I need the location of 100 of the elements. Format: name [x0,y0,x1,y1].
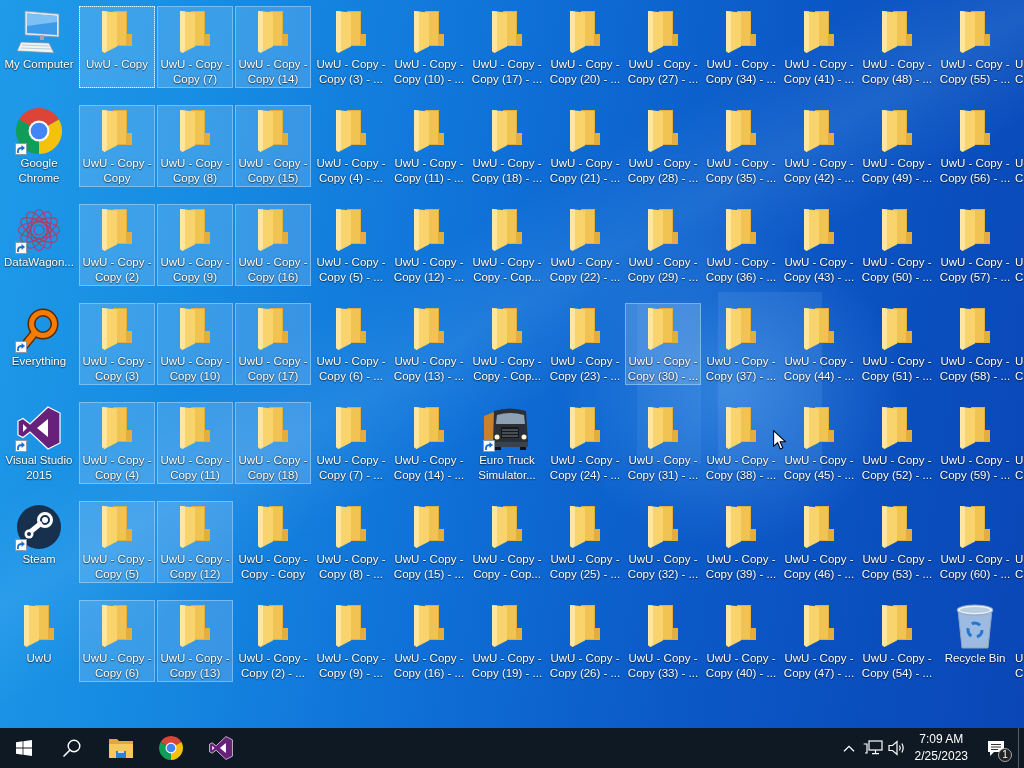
desktop-item[interactable]: UwU - Copy - Copy (52) - ... [859,402,935,484]
desktop-item[interactable]: UwU - Copy - Copy (58) - ... [937,303,1013,385]
desktop-item[interactable]: UwU - Copy - Copy (35) - ... [703,105,779,187]
desktop-item[interactable]: UwU - Copy - Copy (18) - ... [469,105,545,187]
desktop-item[interactable]: UwU - Copy - Copy (29) - ... [625,204,701,286]
desktop-item[interactable]: UwU - Copy - Copy (5) [79,501,155,583]
desktop-item[interactable]: UwU - Copy - Copy (6) - ... [313,303,389,385]
desktop-item[interactable]: UwU - Copy - Copy (9) - ... [313,600,389,682]
desktop-item[interactable]: UwU - Copy - Copy (48) - ... [859,6,935,88]
desktop-item[interactable]: UwU - Copy [79,6,155,88]
desktop-item[interactable]: UwU - Copy - Copy (24) - ... [547,402,623,484]
desktop-item[interactable]: UwU - Copy - Copy (2) [79,204,155,286]
desktop-item[interactable]: UwU - Copy - Copy (12) - ... [391,204,467,286]
desktop-item[interactable]: UwU - Copy - Copy (8) - ... [313,501,389,583]
desktop-item[interactable]: UwU - Copy - Copy (20) - ... [547,6,623,88]
desktop-item[interactable]: Visual Studio 2015 [1,402,77,484]
desktop-item[interactable]: UwU - Copy - Copy (3) - ... [313,6,389,88]
desktop-item[interactable]: UwU - Copy - Copy (36) - ... [703,204,779,286]
desktop-item[interactable]: UwU - Copy - Copy (21) - ... [547,105,623,187]
desktop-item[interactable]: UwU - Copy - Copy [79,105,155,187]
desktop-item[interactable]: UwU - Copy - Copy (4) [79,402,155,484]
desktop-item[interactable]: UwU - Copy - Copy (27) - ... [625,6,701,88]
desktop-item[interactable]: UwU - Copy - Copy (7) - ... [313,402,389,484]
desktop-item[interactable]: UwU - Copy - Copy (2) - ... [235,600,311,682]
desktop-item[interactable]: UwU - Copy - Copy (55) - ... [937,6,1013,88]
desktop-item[interactable]: U C [1014,501,1024,583]
desktop-item[interactable]: UwU - Copy - Copy (15) - ... [391,501,467,583]
desktop-item[interactable]: UwU - Copy - Copy (25) - ... [547,501,623,583]
desktop-item[interactable]: UwU - Copy - Copy (44) - ... [781,303,857,385]
desktop-item[interactable]: UwU - Copy - Copy (53) - ... [859,501,935,583]
desktop-item[interactable]: UwU - Copy - Copy (23) - ... [547,303,623,385]
desktop-item[interactable]: UwU - Copy - Copy (14) [235,6,311,88]
desktop-item[interactable]: U C [1014,303,1024,385]
desktop-item[interactable]: UwU - Copy - Copy (31) - ... [625,402,701,484]
desktop-item[interactable]: UwU - Copy - Copy (28) - ... [625,105,701,187]
desktop-item[interactable]: U C [1014,600,1024,682]
desktop-item[interactable]: UwU - Copy - Copy (11) - ... [391,105,467,187]
desktop-item[interactable]: UwU - Copy - Copy (49) - ... [859,105,935,187]
desktop-item[interactable]: UwU - Copy - Copy (45) - ... [781,402,857,484]
desktop-item[interactable]: UwU - Copy - Copy (59) - ... [937,402,1013,484]
desktop-item[interactable]: UwU - Copy - Copy (43) - ... [781,204,857,286]
desktop-item[interactable]: UwU - Copy - Copy (10) - ... [391,6,467,88]
desktop-item[interactable]: UwU - Copy - Copy (7) [157,6,233,88]
desktop-item[interactable]: UwU - Copy - Copy (6) [79,600,155,682]
desktop-item[interactable]: UwU - Copy - Copy (30) - ... [625,303,701,385]
desktop-item[interactable]: DataWagon... [1,204,77,286]
desktop-item[interactable]: UwU - Copy - Copy (10) [157,303,233,385]
desktop-item[interactable]: UwU [1,600,77,682]
desktop-item[interactable]: UwU - Copy - Copy (22) - ... [547,204,623,286]
desktop-item[interactable]: UwU - Copy - Copy (34) - ... [703,6,779,88]
desktop-item[interactable]: UwU - Copy - Copy - Cop... [469,204,545,286]
desktop-item[interactable]: UwU - Copy - Copy (17) [235,303,311,385]
desktop-item[interactable]: UwU - Copy - Copy (33) - ... [625,600,701,682]
desktop-item[interactable]: UwU - Copy - Copy (3) [79,303,155,385]
desktop-item[interactable]: UwU - Copy - Copy - Copy [235,501,311,583]
desktop-item[interactable]: UwU - Copy - Copy (38) - ... [703,402,779,484]
desktop-item[interactable]: UwU - Copy - Copy (47) - ... [781,600,857,682]
desktop-item[interactable]: My Computer [1,6,77,88]
desktop-item[interactable]: UwU - Copy - Copy (19) - ... [469,600,545,682]
desktop-item[interactable]: UwU - Copy - Copy (4) - ... [313,105,389,187]
desktop-item[interactable]: UwU - Copy - Copy (9) [157,204,233,286]
desktop-item[interactable]: UwU - Copy - Copy (5) - ... [313,204,389,286]
desktop-item[interactable]: UwU - Copy - Copy (57) - ... [937,204,1013,286]
desktop-item[interactable]: UwU - Copy - Copy (37) - ... [703,303,779,385]
desktop-item[interactable]: U C [1014,204,1024,286]
desktop-item[interactable]: Steam [1,501,77,583]
desktop-item[interactable]: UwU - Copy - Copy (8) [157,105,233,187]
desktop-item[interactable]: UwU - Copy - Copy (18) [235,402,311,484]
desktop-item[interactable]: UwU - Copy - Copy (41) - ... [781,6,857,88]
desktop-item[interactable]: UwU - Copy - Copy (42) - ... [781,105,857,187]
desktop-item[interactable]: UwU - Copy - Copy (13) - ... [391,303,467,385]
desktop-item[interactable]: UwU - Copy - Copy (60) - ... [937,501,1013,583]
desktop-item[interactable]: Euro Truck Simulator... [469,402,545,484]
desktop-item[interactable]: UwU - Copy - Copy (15) [235,105,311,187]
clock-button[interactable]: 7:09 AM 2/25/2023 [908,728,974,768]
desktop-item[interactable]: UwU - Copy - Copy (14) - ... [391,402,467,484]
desktop-item[interactable]: UwU - Copy - Copy (16) [235,204,311,286]
desktop-item[interactable]: UwU - Copy - Copy (11) [157,402,233,484]
desktop-item[interactable]: UwU - Copy - Copy (26) - ... [547,600,623,682]
desktop-item[interactable]: UwU - Copy - Copy (51) - ... [859,303,935,385]
desktop-item[interactable]: UwU - Copy - Copy (54) - ... [859,600,935,682]
action-center-button[interactable]: 1 [974,728,1018,768]
desktop-item[interactable]: U C [1014,105,1024,187]
desktop-item[interactable]: UwU - Copy - Copy (50) - ... [859,204,935,286]
desktop-item[interactable]: Google Chrome [1,105,77,187]
desktop-item[interactable]: UwU - Copy - Copy - Cop... [469,303,545,385]
desktop-item[interactable]: UwU - Copy - Copy (16) - ... [391,600,467,682]
desktop-item[interactable]: UwU - Copy - Copy (32) - ... [625,501,701,583]
desktop-item[interactable]: UwU - Copy - Copy (40) - ... [703,600,779,682]
desktop-item[interactable]: UwU - Copy - Copy - Cop... [469,501,545,583]
desktop-item[interactable]: U C [1014,402,1024,484]
desktop-item[interactable]: UwU - Copy - Copy (13) [157,600,233,682]
desktop-item[interactable]: Recycle Bin [937,600,1013,682]
desktop-item[interactable]: UwU - Copy - Copy (56) - ... [937,105,1013,187]
desktop-item[interactable]: UwU - Copy - Copy (46) - ... [781,501,857,583]
desktop-item[interactable]: Everything [1,303,77,385]
desktop-item[interactable]: UwU - Copy - Copy (12) [157,501,233,583]
desktop-item[interactable]: U C [1014,6,1024,88]
desktop-item[interactable]: UwU - Copy - Copy (39) - ... [703,501,779,583]
desktop-item[interactable]: UwU - Copy - Copy (17) - ... [469,6,545,88]
